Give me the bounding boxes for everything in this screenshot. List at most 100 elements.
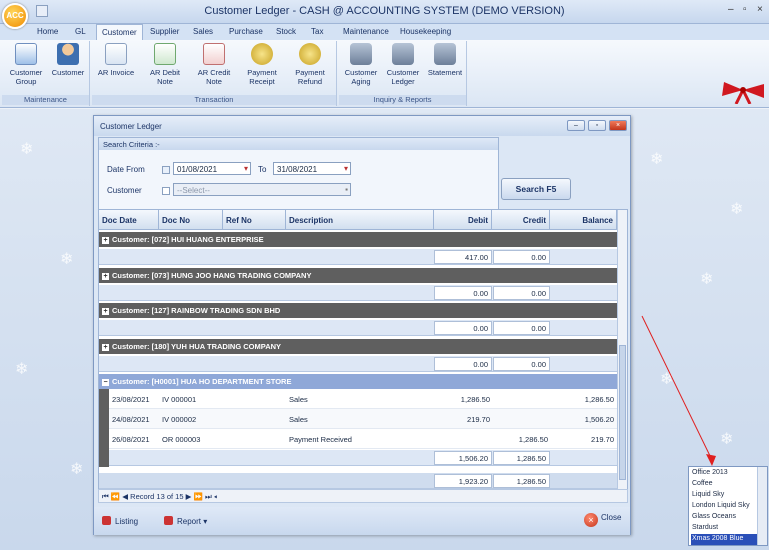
report-icon bbox=[164, 516, 173, 525]
nav-first-icon[interactable]: ⏮ bbox=[102, 492, 109, 501]
summary-debit: 0.00 bbox=[434, 286, 492, 300]
date-to-value: 31/08/2021 bbox=[277, 165, 318, 174]
lookup-icon[interactable]: ▪ bbox=[345, 185, 348, 194]
record-position-text: Record 13 of 15 bbox=[130, 492, 184, 501]
theme-list-scrollbar[interactable] bbox=[757, 467, 767, 545]
cell-debit: 1,286.50 bbox=[460, 395, 490, 404]
col-description[interactable]: Description bbox=[286, 210, 434, 230]
date-to-field[interactable]: 31/08/2021 ▾ bbox=[273, 162, 351, 175]
col-credit[interactable]: Credit bbox=[492, 210, 550, 230]
theme-item[interactable]: Stardust bbox=[691, 523, 757, 534]
group-header-text: Customer: [180] YUH HUA TRADING COMPANY bbox=[112, 342, 282, 351]
expand-icon[interactable]: + bbox=[102, 273, 109, 280]
theme-item[interactable]: Glass Oceans bbox=[691, 512, 757, 523]
search-criteria-panel: Search Criteria :- Date From 01/08/2021 … bbox=[98, 137, 499, 217]
date-from-value: 01/08/2021 bbox=[177, 165, 218, 174]
col-balance[interactable]: Balance bbox=[550, 210, 617, 230]
group-row-selected[interactable]: − Customer: [H0001] HUA HO DEPARTMENT STO… bbox=[99, 374, 617, 389]
col-doc-no[interactable]: Doc No bbox=[159, 210, 223, 230]
group-indent-gutter bbox=[99, 389, 109, 467]
expand-icon[interactable]: + bbox=[102, 308, 109, 315]
ledger-bottom-bar: Listing Report ▾ × Close bbox=[94, 507, 630, 535]
cell-credit: 1,286.50 bbox=[518, 435, 548, 444]
cell-doc-no: IV 000002 bbox=[162, 415, 197, 424]
record-navigator: ⏮ ⏪ ◀ Record 13 of 15 ▶ ⏩ ⏭ ◂ bbox=[98, 489, 628, 503]
summary-debit: 417.00 bbox=[434, 250, 492, 264]
grand-total-debit: 1,923.20 bbox=[434, 474, 492, 488]
search-criteria-header: Search Criteria :- bbox=[99, 138, 498, 150]
report-button[interactable]: Report ▾ bbox=[164, 516, 207, 526]
theme-item[interactable]: Office 2013 bbox=[691, 468, 757, 479]
summary-credit: 0.00 bbox=[493, 321, 550, 335]
customer-select[interactable]: --Select-- ▪ bbox=[173, 183, 351, 196]
col-debit[interactable]: Debit bbox=[434, 210, 492, 230]
cell-doc-no: IV 000001 bbox=[162, 395, 197, 404]
calendar-dropdown-icon[interactable]: ▾ bbox=[244, 164, 248, 173]
date-from-checkbox[interactable] bbox=[162, 166, 170, 174]
summary-credit: 0.00 bbox=[493, 357, 550, 371]
close-button[interactable]: × Close bbox=[584, 513, 621, 527]
col-doc-date[interactable]: Doc Date bbox=[99, 210, 159, 230]
theme-item[interactable]: Coffee bbox=[691, 479, 757, 490]
customer-ledger-window: Customer Ledger – ▫ × Search Criteria :-… bbox=[93, 115, 631, 535]
group-row[interactable]: + Customer: [180] YUH HUA TRADING COMPANY bbox=[99, 339, 617, 354]
collapse-icon[interactable]: − bbox=[102, 379, 109, 386]
theme-item[interactable]: London Liquid Sky bbox=[691, 501, 757, 512]
subtotal-credit: 1,286.50 bbox=[493, 451, 550, 465]
nav-next-page-icon[interactable]: ⏩ bbox=[194, 492, 203, 501]
ledger-restore-button[interactable]: ▫ bbox=[588, 120, 606, 131]
cell-doc-no: OR 000003 bbox=[162, 435, 201, 444]
ledger-close-button[interactable]: × bbox=[609, 120, 627, 131]
listing-button[interactable]: Listing bbox=[102, 516, 138, 526]
ledger-minimize-button[interactable]: – bbox=[567, 120, 585, 131]
nav-prev-icon[interactable]: ◀ bbox=[122, 492, 128, 501]
date-from-field[interactable]: 01/08/2021 ▾ bbox=[173, 162, 251, 175]
group-header-text: Customer: [127] RAINBOW TRADING SDN BHD bbox=[112, 306, 281, 315]
ledger-grid: Doc Date Doc No Ref No Description Debit… bbox=[98, 209, 628, 499]
summary-credit: 0.00 bbox=[493, 286, 550, 300]
expand-icon[interactable]: + bbox=[102, 344, 109, 351]
search-button[interactable]: Search F5 bbox=[501, 178, 571, 200]
theme-listbox[interactable]: Office 2013 Coffee Liquid Sky London Liq… bbox=[688, 466, 768, 546]
nav-scroll-left-icon[interactable]: ◂ bbox=[214, 492, 217, 501]
subtotal-debit: 1,506.20 bbox=[434, 451, 492, 465]
customer-select-value: --Select-- bbox=[177, 186, 210, 195]
summary-debit: 0.00 bbox=[434, 357, 492, 371]
nav-last-icon[interactable]: ⏭ bbox=[205, 492, 212, 501]
cell-description: Sales bbox=[289, 395, 308, 404]
group-header-text: Customer: [073] HUNG JOO HANG TRADING CO… bbox=[112, 271, 312, 280]
nav-prev-page-icon[interactable]: ⏪ bbox=[111, 492, 120, 501]
cell-doc-date: 23/08/2021 bbox=[112, 395, 150, 404]
expand-icon[interactable]: + bbox=[102, 237, 109, 244]
group-summary-row: 0.00 0.00 bbox=[99, 285, 617, 301]
group-row[interactable]: + Customer: [073] HUNG JOO HANG TRADING C… bbox=[99, 268, 617, 283]
group-summary-row: 0.00 0.00 bbox=[99, 356, 617, 372]
cell-doc-date: 26/08/2021 bbox=[112, 435, 150, 444]
table-row[interactable]: 23/08/2021 IV 000001 Sales 1,286.50 1,28… bbox=[109, 389, 617, 409]
grand-total-row: 1,923.20 1,286.50 bbox=[99, 473, 617, 489]
date-to-label: To bbox=[258, 165, 267, 174]
group-row[interactable]: + Customer: [072] HUI HUANG ENTERPRISE bbox=[99, 232, 617, 247]
cell-description: Payment Received bbox=[289, 435, 352, 444]
app-logo[interactable]: ACC bbox=[2, 3, 28, 29]
customer-filter-label: Customer bbox=[107, 186, 142, 195]
grid-vertical-scrollbar[interactable] bbox=[617, 210, 627, 498]
nav-next-icon[interactable]: ▶ bbox=[186, 492, 192, 501]
ledger-window-titlebar: Customer Ledger – ▫ × bbox=[94, 116, 630, 136]
group-header-text: Customer: [H0001] HUA HO DEPARTMENT STOR… bbox=[112, 377, 292, 386]
calendar-dropdown-icon[interactable]: ▾ bbox=[344, 164, 348, 173]
col-ref-no[interactable]: Ref No bbox=[223, 210, 286, 230]
customer-filter-checkbox[interactable] bbox=[162, 187, 170, 195]
table-row[interactable]: 24/08/2021 IV 000002 Sales 219.70 1,506.… bbox=[109, 409, 617, 429]
scrollbar-thumb[interactable] bbox=[619, 345, 626, 480]
theme-item[interactable]: Liquid Sky bbox=[691, 490, 757, 501]
table-row[interactable]: 26/08/2021 OR 000003 Payment Received 1,… bbox=[109, 429, 617, 449]
summary-credit: 0.00 bbox=[493, 250, 550, 264]
group-summary-row: 417.00 0.00 bbox=[99, 249, 617, 265]
cell-description: Sales bbox=[289, 415, 308, 424]
report-label: Report ▾ bbox=[177, 517, 208, 526]
theme-item-selected[interactable]: Xmas 2008 Blue bbox=[691, 534, 757, 545]
cell-balance: 1,286.50 bbox=[584, 395, 614, 404]
cell-doc-date: 24/08/2021 bbox=[112, 415, 150, 424]
group-row[interactable]: + Customer: [127] RAINBOW TRADING SDN BHD bbox=[99, 303, 617, 318]
